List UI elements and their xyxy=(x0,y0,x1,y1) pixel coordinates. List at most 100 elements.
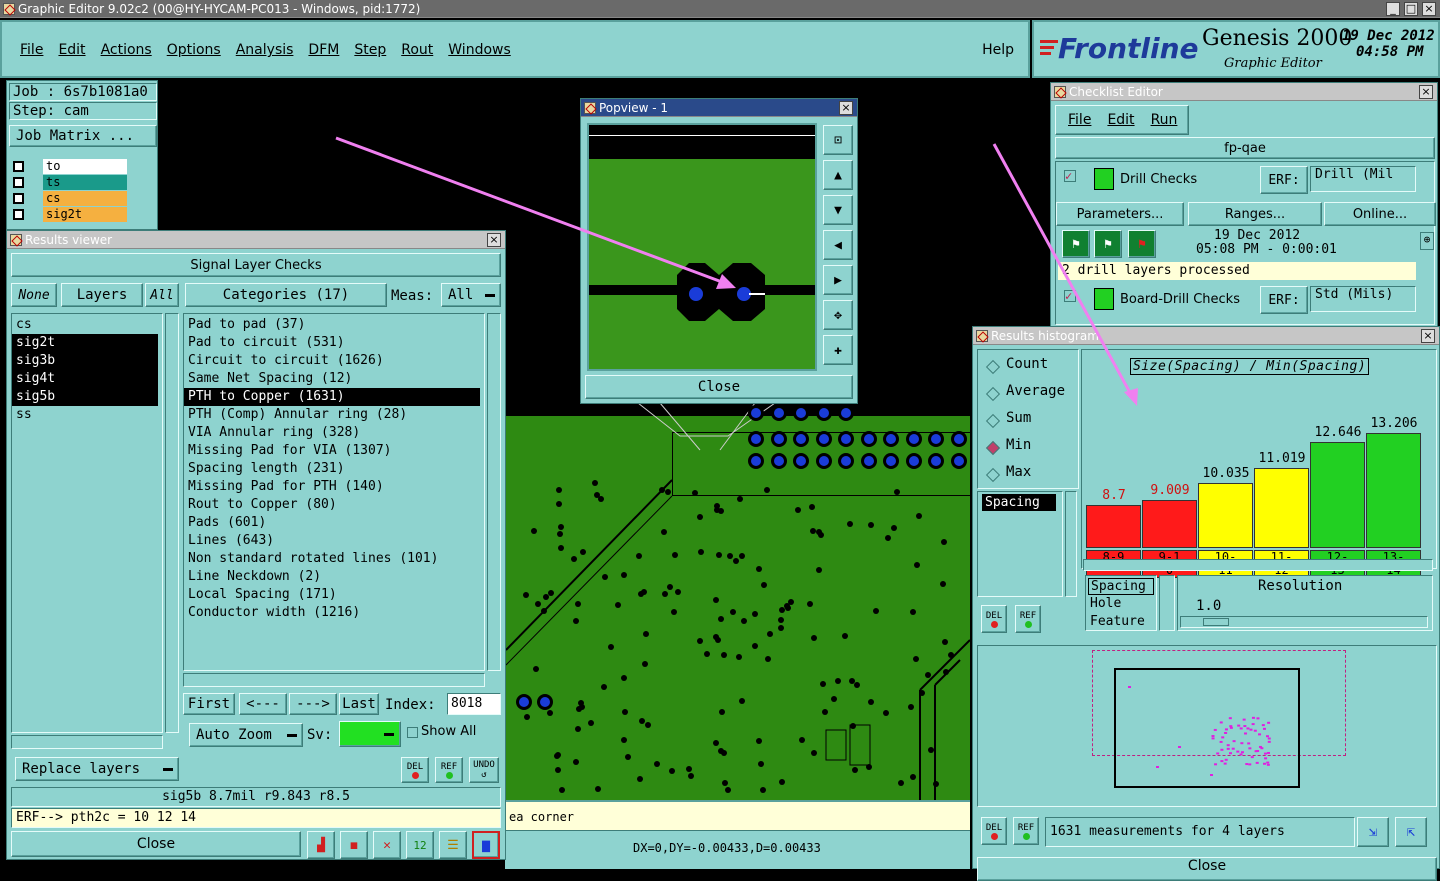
ref-button[interactable]: REF xyxy=(1015,605,1041,633)
layers-12-icon[interactable]: 12 xyxy=(406,831,434,859)
histogram-icon[interactable]: ▆ xyxy=(472,831,500,859)
meas-select[interactable]: All xyxy=(441,283,501,307)
type-vscrollbar[interactable] xyxy=(1159,575,1175,631)
zoom-fit-icon[interactable]: ✥ xyxy=(823,300,853,330)
layers-vscrollbar[interactable] xyxy=(165,313,179,733)
list-item[interactable]: Pad to pad (37) xyxy=(184,316,480,334)
all-layers-button[interactable]: All xyxy=(145,283,179,307)
mode-radio[interactable] xyxy=(985,467,1001,483)
pan-down-icon[interactable]: ▼ xyxy=(823,195,853,225)
list-item[interactable]: Pads (601) xyxy=(184,514,480,532)
none-button[interactable]: None xyxy=(11,283,57,307)
categories-button[interactable]: Categories (17) xyxy=(185,283,387,307)
layers-hscrollbar[interactable] xyxy=(11,735,163,749)
first-button[interactable]: First xyxy=(183,693,235,715)
checklist-menu-run[interactable]: Run xyxy=(1151,112,1178,128)
mode-radio[interactable] xyxy=(985,386,1001,402)
layer-row[interactable]: ts xyxy=(11,175,131,190)
list-item[interactable]: Local Spacing (171) xyxy=(184,586,480,604)
list-item[interactable]: Rout to Copper (80) xyxy=(184,496,480,514)
pan-up-icon[interactable]: ▲ xyxy=(823,160,853,190)
ref-button[interactable]: REF xyxy=(1013,817,1039,845)
histogram-bar[interactable] xyxy=(1366,432,1421,548)
menu-help[interactable]: Help xyxy=(982,42,1014,58)
histogram-bar[interactable] xyxy=(1310,441,1365,548)
list-item[interactable]: Spacing xyxy=(982,494,1056,511)
show-all-checkbox[interactable] xyxy=(407,727,418,738)
index-input[interactable]: 8018 xyxy=(447,693,501,715)
mode-radio[interactable] xyxy=(985,440,1001,456)
del-button[interactable]: DEL xyxy=(981,817,1007,845)
layer-row[interactable]: to xyxy=(11,159,131,174)
resolution-slider[interactable] xyxy=(1180,616,1428,628)
next-button[interactable]: ---> xyxy=(289,693,337,715)
run-all-icon[interactable]: ⚑ xyxy=(1094,230,1122,258)
layer-row[interactable]: cs xyxy=(11,191,131,206)
list-item[interactable]: Missing Pad for VIA (1307) xyxy=(184,442,480,460)
erf-field[interactable]: Drill (Mil xyxy=(1310,166,1416,192)
last-button[interactable]: Last xyxy=(339,693,379,715)
menu-edit[interactable]: Edit xyxy=(58,42,85,58)
prev-button[interactable]: <--- xyxy=(239,693,287,715)
menu-file[interactable]: File xyxy=(20,42,43,58)
menu-options[interactable]: Options xyxy=(167,42,221,58)
histogram-close-icon[interactable]: × xyxy=(1421,329,1435,343)
list-item[interactable]: Hole xyxy=(1090,596,1121,611)
close-window-button[interactable]: × xyxy=(1422,2,1436,16)
menu-actions[interactable]: Actions xyxy=(101,42,152,58)
del-button[interactable]: DEL xyxy=(981,605,1007,633)
mode-radio[interactable] xyxy=(985,413,1001,429)
ranges-button[interactable]: Ranges... xyxy=(1188,202,1322,226)
ref-off-icon[interactable]: ✕ xyxy=(373,831,401,859)
categories-hscrollbar[interactable] xyxy=(183,673,485,687)
list-item[interactable]: Same Net Spacing (12) xyxy=(184,370,480,388)
menu-rout[interactable]: Rout xyxy=(401,42,433,58)
histogram-bar[interactable] xyxy=(1142,499,1197,548)
replace-layers-select[interactable]: Replace layers xyxy=(15,757,179,781)
histogram-bar[interactable] xyxy=(1254,467,1309,548)
list-item[interactable]: Circuit to circuit (1626) xyxy=(184,352,480,370)
list-item[interactable]: Conductor width (1216) xyxy=(184,604,480,622)
list-item[interactable]: Line Neckdown (2) xyxy=(184,568,480,586)
histogram-bar[interactable] xyxy=(1198,483,1253,548)
checklist-menu-file[interactable]: File xyxy=(1068,112,1091,128)
list-item[interactable]: Non standard rotated lines (101) xyxy=(184,550,480,568)
list-item[interactable]: Lines (643) xyxy=(184,532,480,550)
list-item[interactable]: sig3b xyxy=(12,352,158,370)
list-item[interactable]: Spacing xyxy=(1088,578,1154,595)
del-button[interactable]: DEL xyxy=(401,757,429,783)
zoom-to-icon[interactable]: ⇲ xyxy=(1357,817,1389,847)
list-item[interactable]: sig4t xyxy=(12,370,158,388)
sv-color-select[interactable] xyxy=(339,721,401,747)
zoom-in-icon[interactable]: ✚ xyxy=(823,335,853,365)
list-item[interactable]: sig5b xyxy=(12,388,158,406)
categories-vscrollbar[interactable] xyxy=(487,313,501,671)
checklist-close-icon[interactable]: × xyxy=(1419,85,1433,99)
chart-icon[interactable]: ▟ xyxy=(307,831,335,859)
job-matrix-button[interactable]: Job Matrix ... xyxy=(9,125,157,147)
histogram-bar[interactable] xyxy=(1086,504,1141,548)
online-button[interactable]: Online... xyxy=(1324,202,1436,226)
list-item[interactable]: Feature xyxy=(1090,614,1145,629)
report-icon[interactable]: ☰ xyxy=(439,831,467,859)
list-item[interactable]: sig2t xyxy=(12,334,158,352)
ref-button[interactable]: REF xyxy=(435,757,463,783)
menu-step[interactable]: Step xyxy=(354,42,386,58)
mark-icon[interactable]: ◼ xyxy=(340,831,368,859)
list-item[interactable]: PTH to Copper (1631) xyxy=(184,388,480,406)
results-viewer-close-icon[interactable]: × xyxy=(487,233,501,247)
zoom-home-icon[interactable]: ⊡ xyxy=(823,125,853,155)
list-item[interactable]: cs xyxy=(12,316,162,334)
check-group-header[interactable]: Signal Layer Checks xyxy=(11,253,501,277)
popview-canvas[interactable] xyxy=(587,123,817,371)
maximize-button[interactable]: □ xyxy=(1404,2,1418,16)
auto-zoom-select[interactable]: Auto Zoom xyxy=(189,723,303,747)
menu-dfm[interactable]: DFM xyxy=(308,42,339,58)
undo-button[interactable]: UNDO ↺ xyxy=(469,757,499,783)
list-item[interactable]: Spacing length (231) xyxy=(184,460,480,478)
results-close-button[interactable]: Close xyxy=(11,831,301,857)
list-item[interactable]: ss xyxy=(12,406,162,424)
histogram-close-button[interactable]: Close xyxy=(977,857,1437,881)
run-stop-icon[interactable]: ⚑ xyxy=(1128,230,1156,258)
zoom-from-icon[interactable]: ⇱ xyxy=(1395,817,1427,847)
